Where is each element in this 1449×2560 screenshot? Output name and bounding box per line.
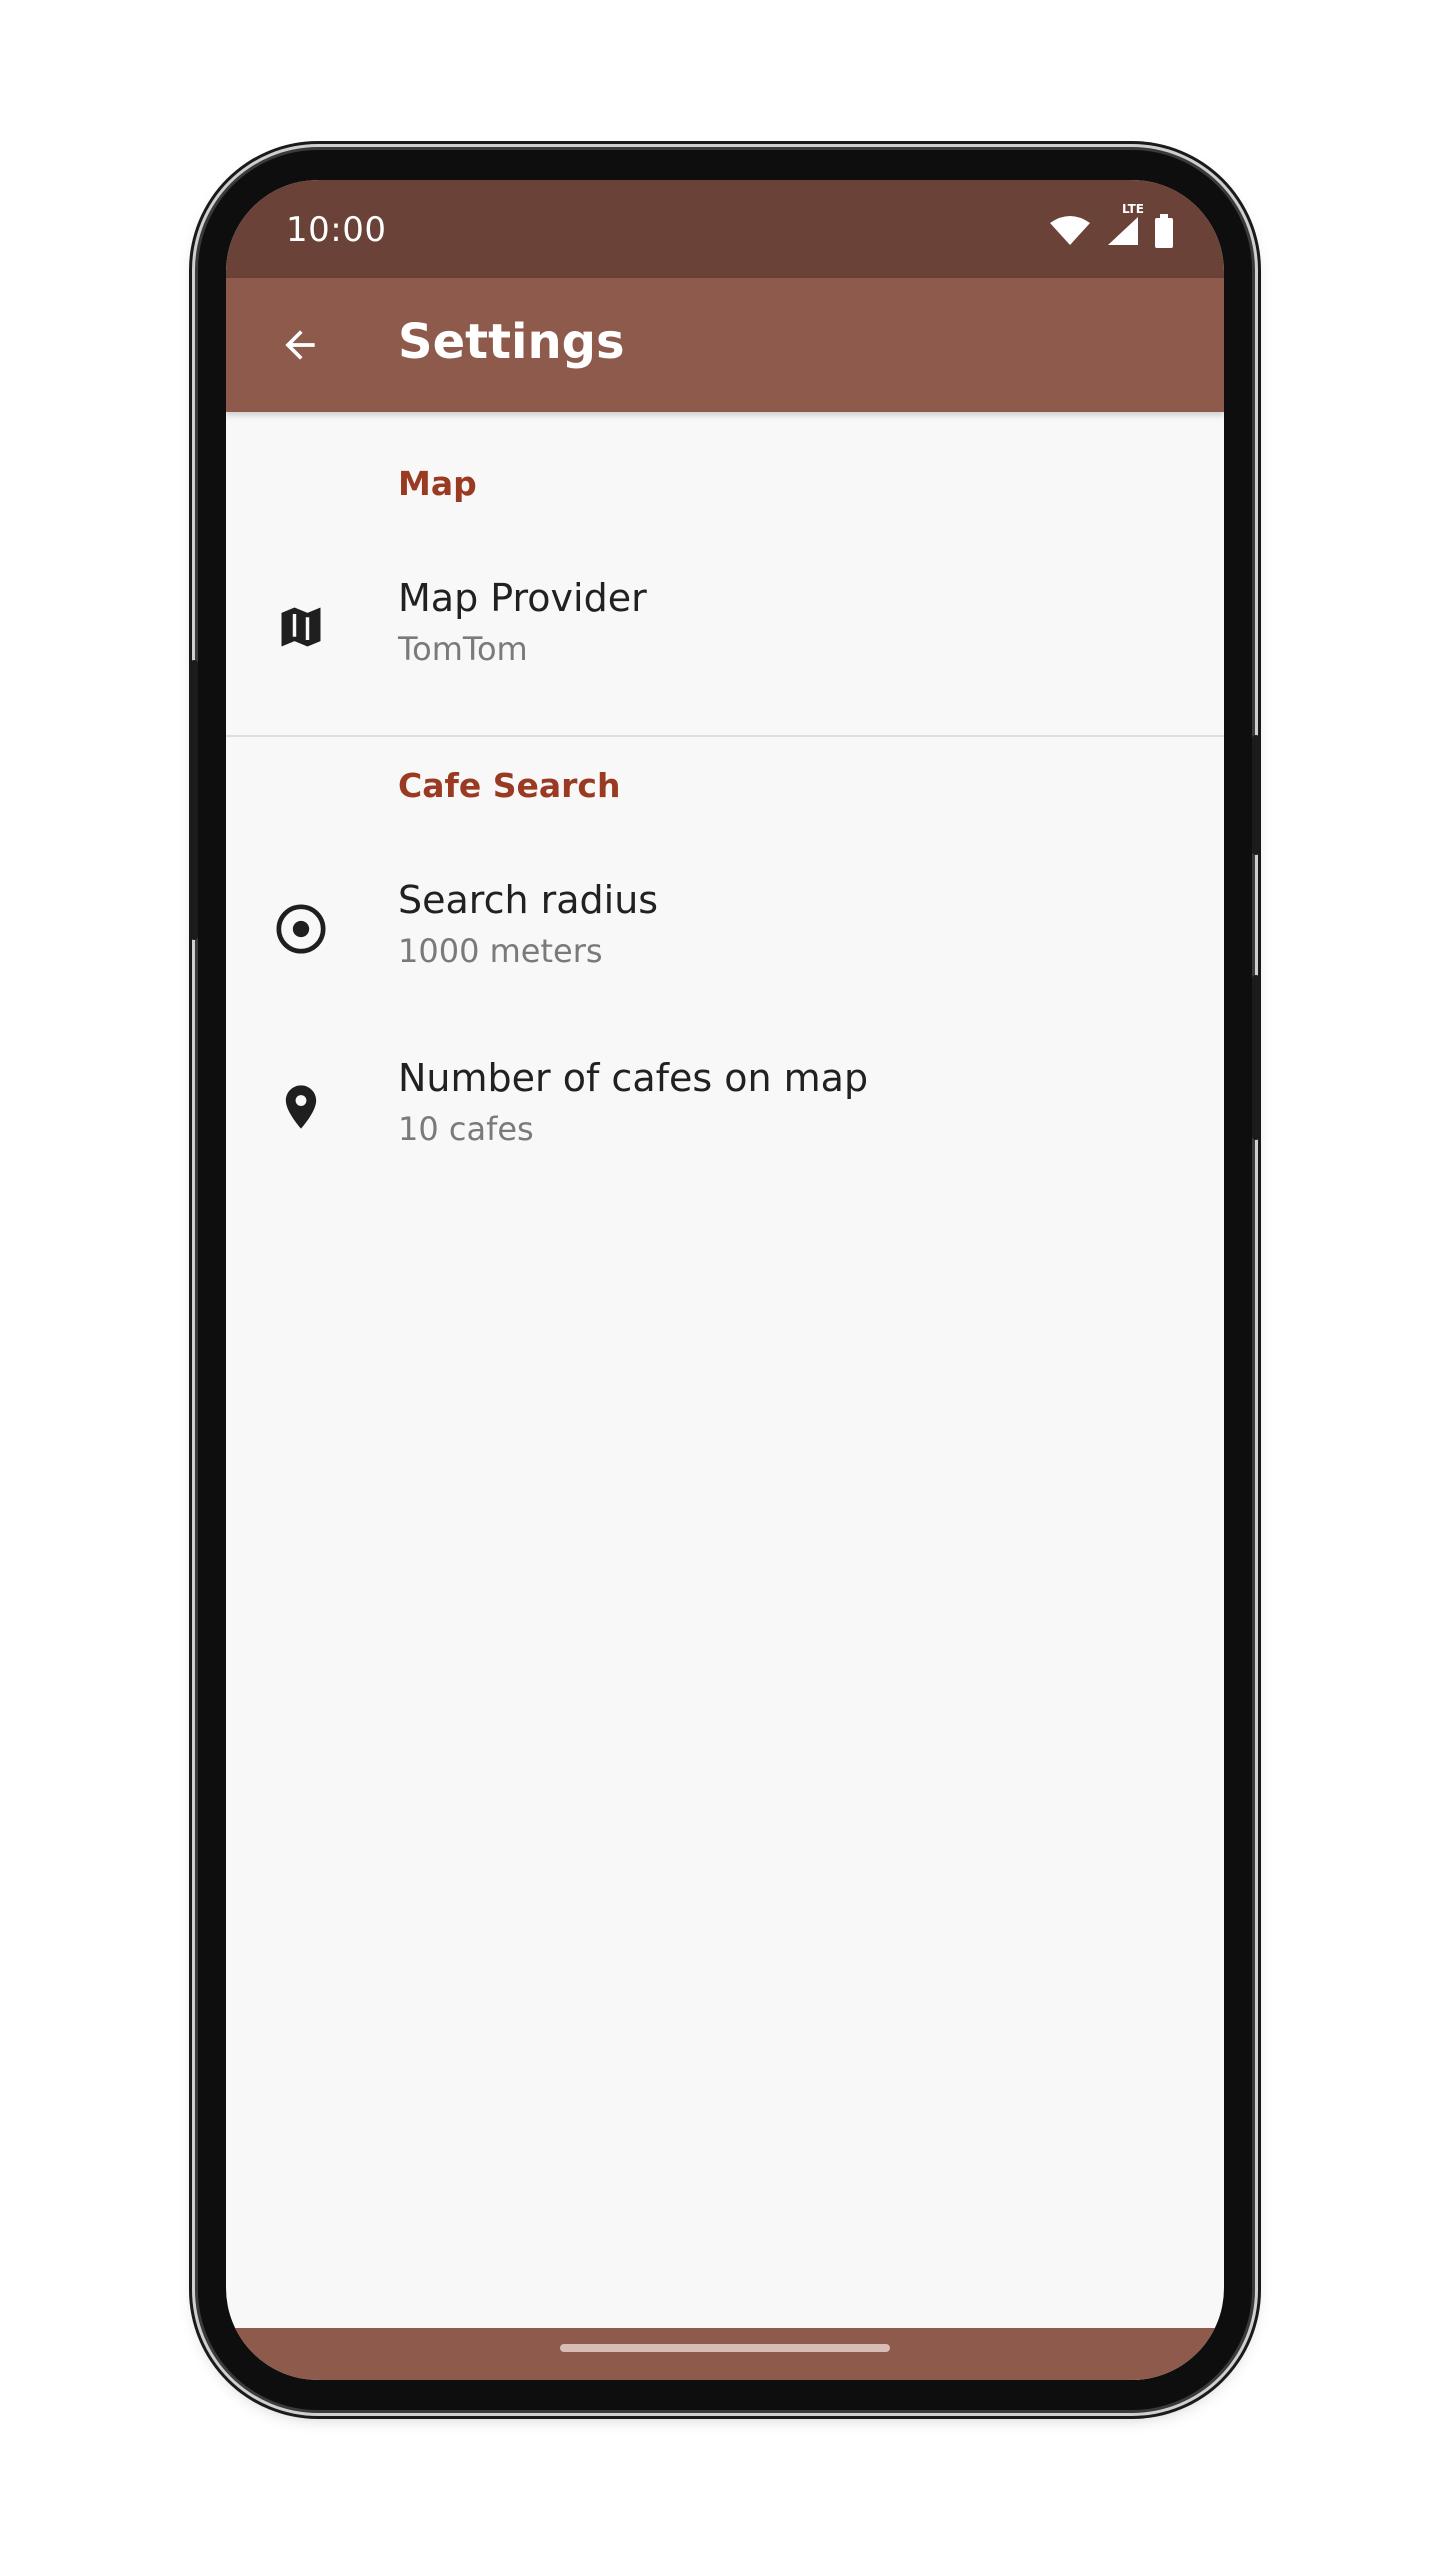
pref-title: Map Provider (398, 576, 647, 620)
screen: 10:00 LTE Settings Map Map Provider TomT… (226, 180, 1224, 2380)
power-button (1252, 735, 1260, 855)
pref-title: Search radius (398, 878, 659, 922)
battery-icon (1155, 214, 1173, 248)
section-header-cafe-search: Cafe Search (398, 766, 621, 805)
pref-title: Number of cafes on map (398, 1056, 869, 1100)
pref-summary: 10 cafes (398, 1110, 534, 1148)
map-icon (266, 592, 336, 662)
pref-number-of-cafes[interactable]: Number of cafes on map 10 cafes (226, 1034, 1224, 1184)
pref-search-radius[interactable]: Search radius 1000 meters (226, 856, 1224, 1006)
section-divider (226, 735, 1224, 737)
volume-button (190, 660, 198, 940)
status-bar: 10:00 LTE (226, 180, 1224, 278)
arrow-back-icon (285, 330, 315, 360)
radius-target-icon (266, 894, 336, 964)
status-icons (1048, 214, 1174, 248)
wifi-icon (1050, 216, 1090, 245)
home-gesture-handle[interactable] (560, 2344, 890, 2352)
app-bar: Settings (226, 278, 1224, 412)
pref-summary: TomTom (398, 630, 528, 668)
back-button[interactable] (266, 311, 334, 379)
alert-slider (1252, 975, 1260, 1140)
location-pin-icon (266, 1072, 336, 1142)
pref-summary: 1000 meters (398, 932, 603, 970)
section-header-map: Map (398, 464, 477, 503)
signal-icon (1108, 217, 1138, 245)
status-time: 10:00 (286, 210, 387, 250)
navigation-bar (226, 2328, 1224, 2380)
page-title: Settings (398, 314, 625, 370)
pref-map-provider[interactable]: Map Provider TomTom (226, 554, 1224, 704)
